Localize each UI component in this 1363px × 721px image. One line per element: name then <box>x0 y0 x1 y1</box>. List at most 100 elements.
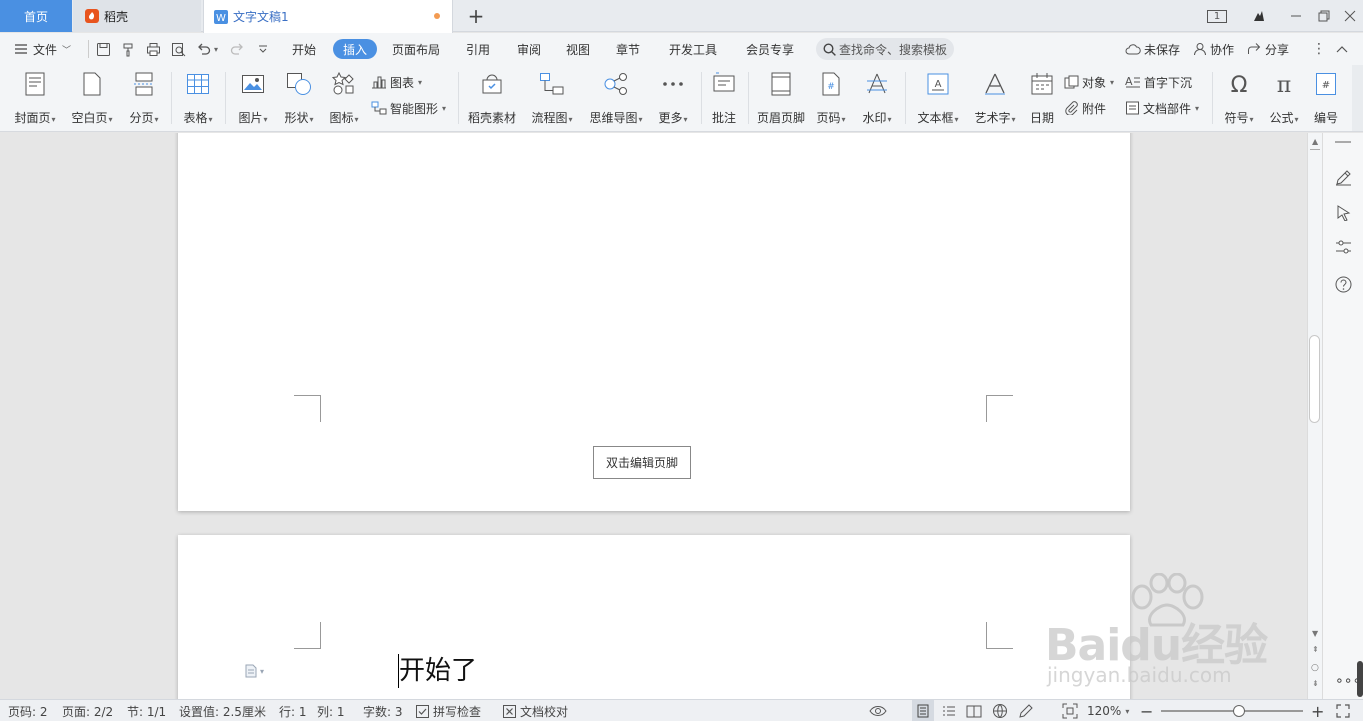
date-button[interactable]: 日期 <box>1026 68 1058 126</box>
body-text[interactable]: 开始了 <box>399 655 477 687</box>
menu-tab-start[interactable]: 开始 <box>292 33 316 65</box>
shape-button[interactable]: 形状▾ <box>279 68 319 126</box>
menu-tab-references[interactable]: 引用 <box>466 33 490 65</box>
tab-document[interactable]: W 文字文稿1 <box>203 0 453 33</box>
menu-tab-insert[interactable]: 插入 <box>333 39 378 59</box>
print-icon[interactable] <box>146 33 161 65</box>
word-art-button[interactable]: 艺术字▾ <box>970 68 1020 126</box>
vertical-scrollbar[interactable]: ▲ ▼ ⇞ ○ ⇟ <box>1307 133 1322 699</box>
blank-page-button[interactable]: 空白页▾ <box>67 68 117 126</box>
fit-page-icon[interactable] <box>1062 700 1078 721</box>
smart-art-button[interactable]: 智能图形 ▾ <box>371 97 446 119</box>
page-1[interactable]: 双击编辑页脚 <box>178 133 1130 511</box>
status-section[interactable]: 节: 1/1 <box>127 700 166 721</box>
numbering-button[interactable]: # 编号 <box>1309 68 1343 126</box>
share-button[interactable]: 分享 <box>1247 33 1289 65</box>
drop-cap-button[interactable]: A 首字下沉 <box>1125 71 1192 93</box>
formula-button[interactable]: π 公式▾ <box>1264 68 1304 126</box>
read-mode-icon[interactable] <box>966 700 982 721</box>
page-view-icon[interactable] <box>912 700 934 721</box>
more-button[interactable]: 更多▾ <box>653 68 693 126</box>
status-line[interactable]: 行: 1 <box>279 700 307 721</box>
unsaved-button[interactable]: 未保存 <box>1125 33 1180 65</box>
collaborate-button[interactable]: 协作 <box>1193 33 1234 65</box>
mindmap-button[interactable]: 思维导图▾ <box>586 68 646 126</box>
ribbon-scroll-right[interactable] <box>1352 65 1363 131</box>
doc-parts-button[interactable]: 文档部件 ▾ <box>1125 97 1199 119</box>
undo-button[interactable]: ▾ <box>196 33 218 65</box>
cover-page-button[interactable]: 封面页▾ <box>10 68 60 126</box>
object-button[interactable]: 对象 ▾ <box>1064 71 1114 93</box>
tab-home[interactable]: 首页 <box>0 0 72 32</box>
command-search-input[interactable]: 查找命令、搜索模板 <box>816 38 954 60</box>
save-icon[interactable] <box>96 33 111 65</box>
menu-tab-section[interactable]: 章节 <box>616 33 640 65</box>
select-pointer-icon[interactable] <box>1336 205 1352 221</box>
table-button[interactable]: 表格▾ <box>178 68 218 126</box>
web-view-icon[interactable] <box>992 700 1008 721</box>
window-count-button[interactable]: 1 <box>1204 0 1230 32</box>
skin-icon[interactable] <box>1245 0 1273 32</box>
zoom-slider-thumb[interactable] <box>1233 705 1246 717</box>
eye-protection-icon[interactable] <box>869 700 887 721</box>
file-menu[interactable]: 文件 ﹀ <box>14 33 71 65</box>
page-break-button[interactable]: 分页▾ <box>124 68 164 126</box>
tab-daoke[interactable]: 稻壳 <box>73 0 201 32</box>
print-preview-icon[interactable] <box>171 33 186 65</box>
scroll-up-icon[interactable]: ▲ <box>1312 137 1318 146</box>
settings-sliders-icon[interactable] <box>1335 239 1352 255</box>
doc-proof-button[interactable]: 文档校对 <box>503 700 568 721</box>
scroll-down-icon[interactable]: ▼ <box>1312 629 1318 638</box>
status-position[interactable]: 设置值: 2.5厘米 <box>179 700 266 721</box>
format-painter-icon[interactable] <box>121 33 136 65</box>
zoom-out-button[interactable]: − <box>1140 700 1153 721</box>
scroll-thumb[interactable] <box>1309 335 1320 423</box>
page-number-button[interactable]: # 页码▾ <box>812 68 850 126</box>
zoom-in-button[interactable]: + <box>1311 700 1324 721</box>
status-pages[interactable]: 页面: 2/2 <box>62 700 113 721</box>
menu-tab-page-layout[interactable]: 页面布局 <box>392 33 440 65</box>
document-canvas[interactable]: 双击编辑页脚 ▾ 开始了 Baidu经验 jingyan.baidu.com <box>0 133 1307 699</box>
paragraph-options-button[interactable]: ▾ <box>244 664 264 678</box>
status-word-count[interactable]: 字数: 3 <box>363 700 403 721</box>
daoke-assets-button[interactable]: 稻壳素材 <box>465 68 519 126</box>
attachment-button[interactable]: 附件 <box>1064 97 1106 119</box>
help-icon[interactable] <box>1335 276 1352 293</box>
symbol-button[interactable]: Ω 符号▾ <box>1219 68 1259 126</box>
chart-button[interactable]: 图表 ▾ <box>371 71 422 93</box>
menu-tab-review[interactable]: 审阅 <box>517 33 541 65</box>
comment-button[interactable]: 批注 <box>707 68 741 126</box>
menu-tab-member[interactable]: 会员专享 <box>746 33 794 65</box>
fullscreen-icon[interactable] <box>1336 700 1350 721</box>
pen-icon[interactable] <box>1335 169 1352 186</box>
redo-icon[interactable] <box>230 33 245 65</box>
panel-scroll-thumb[interactable] <box>1357 661 1363 697</box>
watermark-button[interactable]: 水印▾ <box>857 68 897 126</box>
more-options-icon[interactable]: ⋮ <box>1312 33 1326 65</box>
customize-toolbar-icon[interactable] <box>257 33 269 65</box>
collapse-ribbon-icon[interactable] <box>1336 33 1348 65</box>
minimize-button[interactable] <box>1282 0 1310 32</box>
split-handle[interactable] <box>1310 149 1320 150</box>
icon-library-button[interactable]: 图标▾ <box>324 68 364 126</box>
zoom-slider[interactable] <box>1161 705 1303 717</box>
status-page-number[interactable]: 页码: 2 <box>8 700 48 721</box>
browse-object-icon[interactable]: ○ <box>1311 663 1319 673</box>
menu-tab-developer[interactable]: 开发工具 <box>669 33 717 65</box>
header-footer-button[interactable]: 页眉页脚 <box>754 68 808 126</box>
prev-page-icon[interactable]: ⇞ <box>1312 645 1319 654</box>
close-button[interactable] <box>1336 0 1363 32</box>
write-mode-icon[interactable] <box>1018 700 1034 721</box>
edit-footer-button[interactable]: 双击编辑页脚 <box>593 446 691 479</box>
flowchart-button[interactable]: 流程图▾ <box>528 68 576 126</box>
outline-view-icon[interactable] <box>942 700 956 721</box>
picture-button[interactable]: 图片▾ <box>233 68 273 126</box>
status-column[interactable]: 列: 1 <box>317 700 345 721</box>
new-tab-button[interactable]: + <box>462 0 490 32</box>
restore-button[interactable] <box>1310 0 1338 32</box>
page-2[interactable]: ▾ 开始了 <box>178 535 1130 699</box>
zoom-level-dropdown[interactable]: 120% ▾ <box>1087 700 1129 721</box>
menu-tab-view[interactable]: 视图 <box>566 33 590 65</box>
next-page-icon[interactable]: ⇟ <box>1312 679 1319 688</box>
text-box-button[interactable]: A 文本框▾ <box>912 68 964 126</box>
